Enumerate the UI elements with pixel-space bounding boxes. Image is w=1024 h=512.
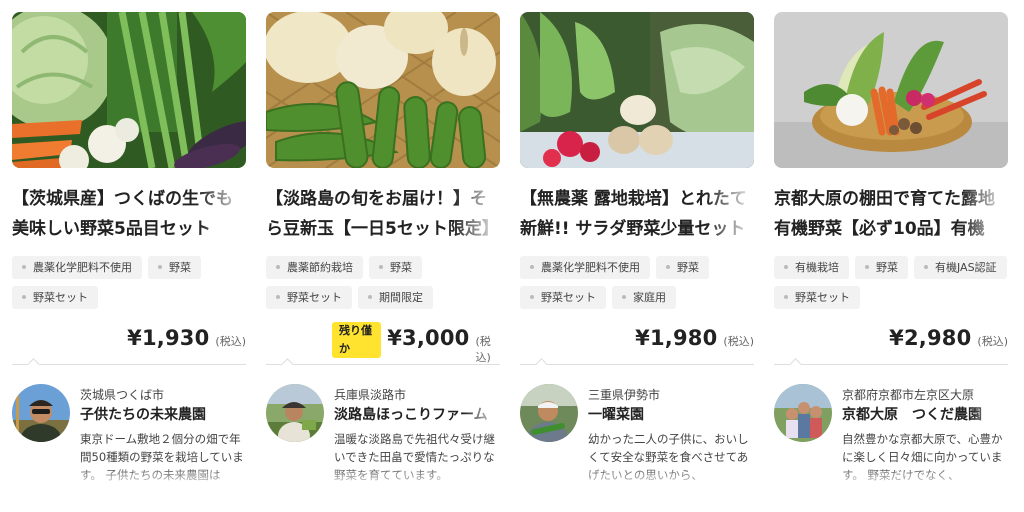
producer-name[interactable]: 京都大原 つくだ農園	[842, 404, 1008, 424]
price-row: ¥1,980 (税込)	[520, 326, 754, 354]
tag[interactable]: 家庭用	[612, 286, 676, 309]
divider	[520, 364, 754, 365]
producer-description: 幼かった二人の子供に、おいしくて安全な野菜を食べさせてあげたいとの思いから、	[588, 432, 749, 482]
price-row: ¥1,930 (税込)	[12, 326, 246, 354]
divider-pointer	[281, 358, 294, 371]
producer-description: 東京ドーム敷地２個分の畑で年間50種類の野菜を栽培しています。 子供たちの未来農…	[80, 432, 244, 482]
divider-pointer	[535, 358, 548, 371]
tag[interactable]: 野菜セット	[266, 286, 352, 309]
stock-badge: 残り僅か	[332, 322, 382, 358]
price: ¥1,980	[635, 326, 718, 350]
tag-list: 農薬化学肥料不使用 野菜 野菜セット 家庭用	[520, 256, 754, 309]
price: ¥1,930	[127, 326, 210, 350]
product-title[interactable]: 【無農薬 露地栽培】とれたて新鮮!! サラダ野菜少量セット	[520, 184, 754, 248]
price: ¥3,000	[387, 326, 470, 350]
tag[interactable]: 野菜セット	[12, 286, 98, 309]
producer-name[interactable]: 一曜菜園	[588, 404, 754, 424]
tag-list: 農薬化学肥料不使用 野菜 野菜セット	[12, 256, 246, 309]
tax-note: (税込)	[475, 335, 491, 364]
price: ¥2,980	[889, 326, 972, 350]
product-photo[interactable]	[266, 12, 500, 168]
product-title[interactable]: 【淡路島の旬をお届け！】そら豆新玉【一日5セット限定】	[266, 184, 500, 248]
tag[interactable]: 野菜セット	[520, 286, 606, 309]
product-card[interactable]: 【茨城県産】つくばの生でも美味しい野菜5品目セット 農薬化学肥料不使用 野菜 野…	[12, 0, 246, 512]
producer-location: 京都府京都市左京区大原	[842, 388, 975, 402]
product-card[interactable]: 【無農薬 露地栽培】とれたて新鮮!! サラダ野菜少量セット 農薬化学肥料不使用 …	[520, 0, 754, 512]
product-photo[interactable]	[12, 12, 246, 168]
producer-description: 自然豊かな京都大原で、心豊かに楽しく日々畑に向かっています。 野菜だけでなく、	[842, 432, 1003, 482]
product-card[interactable]: 京都大原の棚田で育てた露地有機野菜【必ず10品】有機JAS 有機栽培 野菜 有機…	[774, 0, 1008, 512]
tax-note: (税込)	[215, 335, 246, 348]
price-row: 残り僅か ¥3,000 (税込)	[266, 322, 500, 364]
product-title[interactable]: 京都大原の棚田で育てた露地有機野菜【必ず10品】有機JAS	[774, 184, 1008, 248]
tag[interactable]: 有機JAS認証	[914, 256, 1007, 279]
tag[interactable]: 農薬化学肥料不使用	[520, 256, 650, 279]
producer-name[interactable]: 淡路島ほっこりファーム	[334, 404, 500, 424]
product-photo[interactable]	[774, 12, 1008, 168]
tag[interactable]: 野菜	[855, 256, 908, 279]
tag-list: 農薬節約栽培 野菜 野菜セット 期間限定	[266, 256, 500, 309]
tag-list: 有機栽培 野菜 有機JAS認証 野菜セット	[774, 256, 1008, 309]
tax-note: (税込)	[723, 335, 754, 348]
divider-pointer	[27, 358, 40, 371]
tag[interactable]: 農薬節約栽培	[266, 256, 363, 279]
tag[interactable]: 野菜	[656, 256, 709, 279]
divider	[774, 364, 1008, 365]
producer-name[interactable]: 子供たちの未来農園	[80, 404, 246, 424]
producer-location: 兵庫県淡路市	[334, 388, 407, 402]
tag[interactable]: 野菜	[369, 256, 422, 279]
producer-description: 温暖な淡路島で先祖代々受け継いできた田畠で愛情たっぷりな野菜を育てています。	[334, 432, 495, 482]
tax-note: (税込)	[977, 335, 1008, 348]
divider	[12, 364, 246, 365]
producer-avatar[interactable]	[774, 384, 832, 442]
tag[interactable]: 期間限定	[358, 286, 433, 309]
divider-pointer	[789, 358, 802, 371]
product-card[interactable]: 【淡路島の旬をお届け！】そら豆新玉【一日5セット限定】 農薬節約栽培 野菜 野菜…	[266, 0, 500, 512]
producer-avatar[interactable]	[266, 384, 324, 442]
producer-avatar[interactable]	[520, 384, 578, 442]
product-grid: 【茨城県産】つくばの生でも美味しい野菜5品目セット 農薬化学肥料不使用 野菜 野…	[0, 0, 1024, 512]
producer-location: 三重県伊勢市	[588, 388, 661, 402]
product-photo[interactable]	[520, 12, 754, 168]
product-title[interactable]: 【茨城県産】つくばの生でも美味しい野菜5品目セット	[12, 184, 246, 248]
price-row: ¥2,980 (税込)	[774, 326, 1008, 354]
producer-avatar[interactable]	[12, 384, 70, 442]
producer-location: 茨城県つくば市	[80, 388, 165, 402]
tag[interactable]: 有機栽培	[774, 256, 849, 279]
divider	[266, 364, 500, 365]
tag[interactable]: 野菜セット	[774, 286, 860, 309]
tag[interactable]: 野菜	[148, 256, 201, 279]
tag[interactable]: 農薬化学肥料不使用	[12, 256, 142, 279]
